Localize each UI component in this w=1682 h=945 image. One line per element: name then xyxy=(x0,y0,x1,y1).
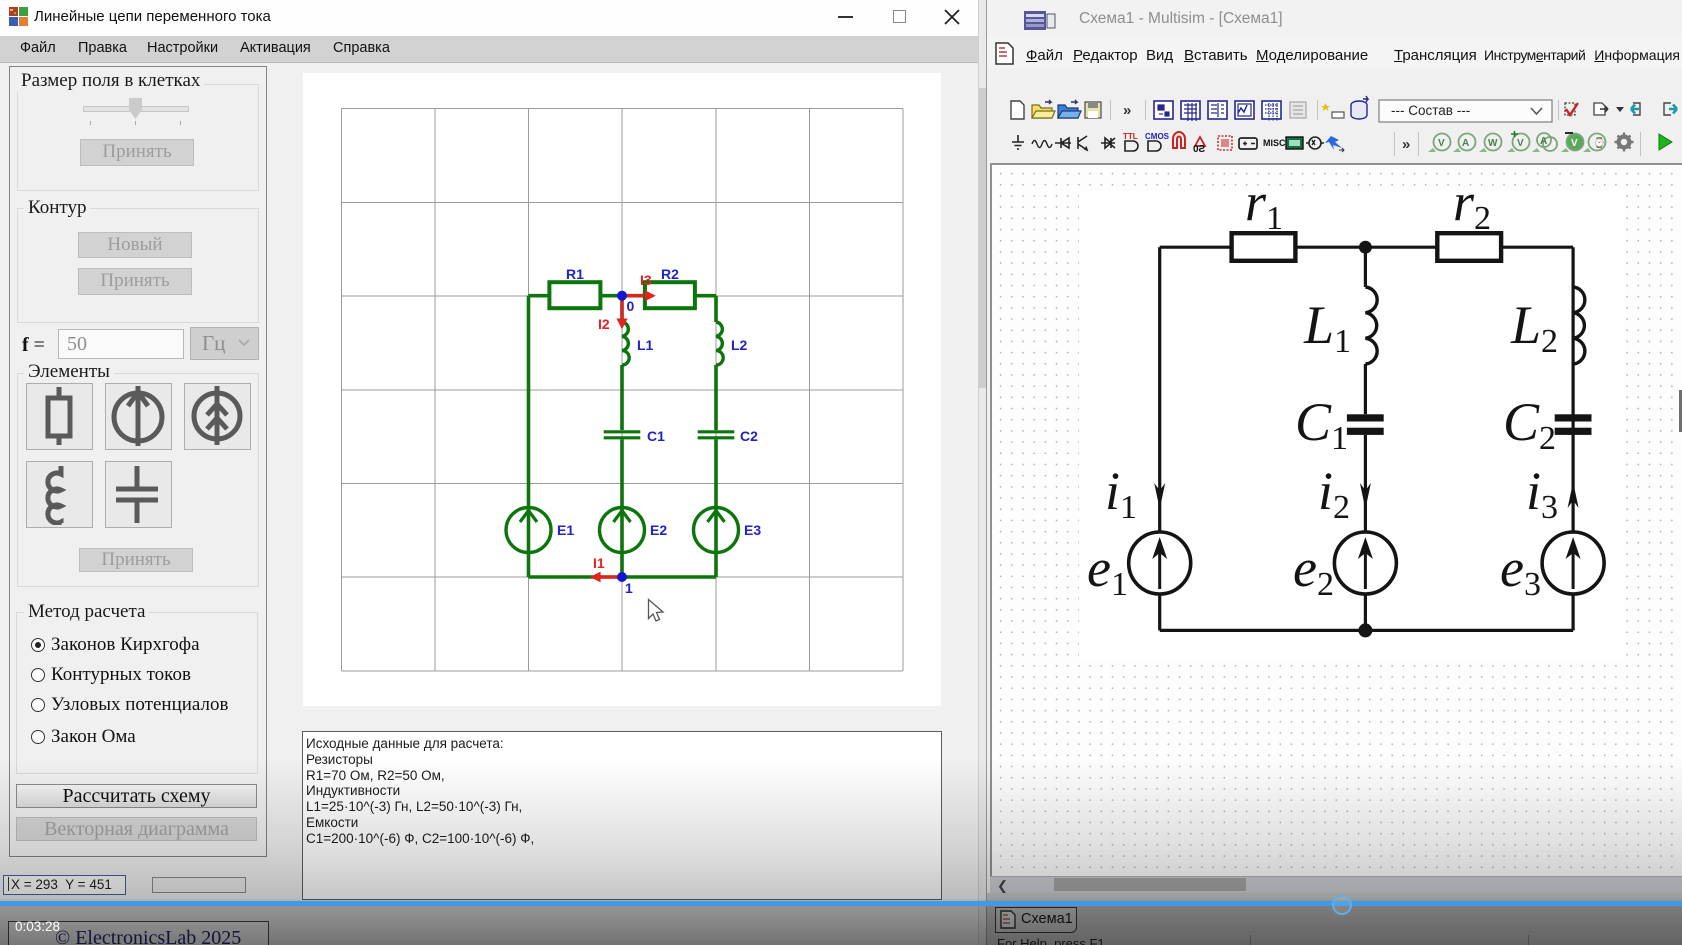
svg-text:CMOS: CMOS xyxy=(1145,132,1170,141)
svg-text:»: » xyxy=(1402,136,1410,153)
svg-text:W: W xyxy=(1488,138,1498,149)
svg-text:R2: R2 xyxy=(661,266,679,282)
svg-text:C1: C1 xyxy=(647,428,665,444)
svg-text:I3: I3 xyxy=(640,272,652,288)
svg-text:0Ƨ: 0Ƨ xyxy=(1193,144,1206,155)
svg-text:e2: e2 xyxy=(1293,538,1334,603)
svg-text:V: V xyxy=(1438,138,1445,149)
svg-text:A: A xyxy=(1462,138,1469,149)
svg-text:E2: E2 xyxy=(650,522,667,538)
svg-text:C2: C2 xyxy=(1503,392,1556,457)
svg-text:E3: E3 xyxy=(744,522,761,538)
svg-text:L1: L1 xyxy=(1303,295,1351,360)
svg-text:»: » xyxy=(1123,102,1131,119)
svg-text:MISC: MISC xyxy=(1263,138,1286,148)
svg-text:I1: I1 xyxy=(593,555,605,571)
svg-text:i3: i3 xyxy=(1526,461,1558,526)
svg-text:0: 0 xyxy=(627,298,635,314)
svg-text:L1: L1 xyxy=(637,337,654,353)
svg-text:e1: e1 xyxy=(1087,538,1128,603)
svg-text:--- Состав ---: --- Состав --- xyxy=(1391,103,1470,118)
svg-text:L2: L2 xyxy=(1510,295,1558,360)
svg-text:V: V xyxy=(1517,138,1524,149)
svg-text:V: V xyxy=(1571,138,1578,149)
svg-text:E1: E1 xyxy=(557,522,574,538)
svg-text:i1: i1 xyxy=(1105,461,1137,526)
svg-text:TTL: TTL xyxy=(1123,132,1138,141)
svg-text:L2: L2 xyxy=(731,337,748,353)
svg-text:C1: C1 xyxy=(1295,392,1348,457)
svg-text:r1: r1 xyxy=(1245,191,1283,237)
svg-text:R1: R1 xyxy=(566,266,584,282)
svg-text:A: A xyxy=(1540,136,1547,147)
svg-text:e3: e3 xyxy=(1500,538,1541,603)
svg-text:⌚: ⌚ xyxy=(1593,136,1605,149)
svg-text:1: 1 xyxy=(625,580,633,596)
svg-text:C2: C2 xyxy=(740,428,758,444)
svg-text:i2: i2 xyxy=(1318,461,1350,526)
svg-text:I2: I2 xyxy=(598,316,610,332)
svg-text:r2: r2 xyxy=(1453,191,1491,237)
